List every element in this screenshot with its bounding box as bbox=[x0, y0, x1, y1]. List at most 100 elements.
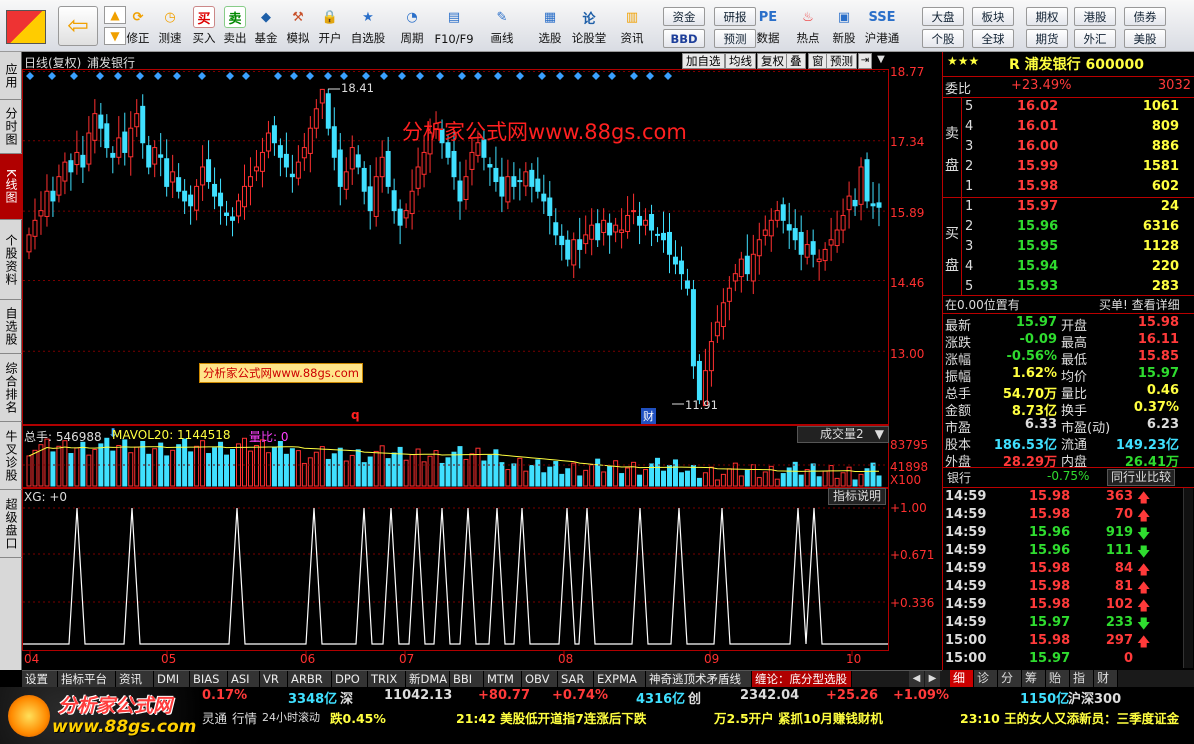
event-marker-q[interactable]: q bbox=[351, 408, 360, 422]
event-diamond-icon bbox=[173, 72, 181, 80]
fix-button[interactable]: ⟳ 修正 bbox=[120, 4, 156, 48]
quick-13-button[interactable]: 美股 bbox=[1124, 29, 1166, 48]
tab-scroll-left[interactable]: ◀ bbox=[909, 671, 924, 688]
chart-toolbar-button-3[interactable]: 叠 bbox=[786, 53, 806, 69]
fund-button[interactable]: ◆ 基金 bbox=[248, 4, 284, 48]
quote-tab-2[interactable]: 分 bbox=[998, 670, 1022, 687]
quick-6-button[interactable]: 板块 bbox=[972, 7, 1014, 26]
chart-down-icon[interactable]: ▼ bbox=[874, 53, 888, 69]
quote-tab-5[interactable]: 指 bbox=[1070, 670, 1094, 687]
tick-time: 15:00 bbox=[945, 633, 987, 648]
quick-12-button[interactable]: 债券 bbox=[1124, 7, 1166, 26]
quick-10-button[interactable]: 港股 bbox=[1074, 7, 1116, 26]
indicator-help-button[interactable]: 指标说明 bbox=[828, 488, 886, 505]
quick-3-button[interactable]: 预测 bbox=[714, 29, 756, 48]
ticker-tab-hangqing[interactable]: 行情 bbox=[232, 708, 257, 727]
chart-toolbar-button-0[interactable]: 加自选 bbox=[682, 53, 725, 69]
volume-bar bbox=[858, 473, 864, 487]
indicator-tab-17[interactable]: 缠论：底分型选股 bbox=[752, 671, 852, 688]
indicator-tab-0[interactable]: 设置 bbox=[22, 671, 58, 688]
indicator-tab-10[interactable]: 新DMA bbox=[406, 671, 450, 688]
ticker-tab-lingtong[interactable]: 灵通 bbox=[202, 708, 227, 727]
candle-body bbox=[391, 190, 397, 212]
quick-0-button[interactable]: 资金 bbox=[663, 7, 705, 26]
indicator-tab-2[interactable]: 资讯 bbox=[116, 671, 154, 688]
hk-connect-button[interactable]: SSE 沪港通 bbox=[864, 4, 900, 48]
forum-button[interactable]: 论论股堂 bbox=[571, 4, 607, 48]
volume-bar bbox=[403, 459, 409, 487]
left-tab-5[interactable]: 综合排名 bbox=[0, 354, 22, 422]
financial-report-marker[interactable]: 财 bbox=[641, 408, 656, 424]
buy-detail-link[interactable]: 买单! 查看详细 bbox=[1099, 296, 1180, 313]
chart-toolbar-button-2[interactable]: 复权 bbox=[757, 53, 788, 69]
ipo-button[interactable]: ▣ 新股 bbox=[826, 4, 862, 48]
indicator-tab-1[interactable]: 指标平台 bbox=[58, 671, 116, 688]
back-button[interactable]: ⇦ bbox=[58, 6, 98, 46]
account-button[interactable]: 🔒 开户 bbox=[312, 4, 348, 48]
indicator-tab-4[interactable]: BIAS bbox=[190, 671, 228, 688]
industry-name[interactable]: 银行 bbox=[947, 469, 971, 486]
left-tab-1[interactable]: 分时图 bbox=[0, 100, 22, 154]
ticker-item[interactable]: 21:42 美股低开道指7连涨后下跌 bbox=[456, 708, 646, 727]
quote-tab-4[interactable]: 贻 bbox=[1046, 670, 1070, 687]
tab-scroll-right[interactable]: ▶ bbox=[925, 671, 940, 688]
industry-compare-button[interactable]: 同行业比较 bbox=[1107, 469, 1176, 486]
indicator-tab-11[interactable]: BBI bbox=[450, 671, 484, 688]
indicator-tab-13[interactable]: OBV bbox=[522, 671, 558, 688]
sim-button[interactable]: ⚒ 模拟 bbox=[280, 4, 316, 48]
volume-indicator-dropdown[interactable]: 成交量2 ▼ bbox=[797, 426, 889, 443]
kline-chart-area[interactable]: 日线(复权) 浦发银行 加自选 均线 复权叠窗预测 ⇥ ▼ 分析家公式网www.88… bbox=[22, 52, 942, 670]
quick-11-button[interactable]: 外汇 bbox=[1074, 29, 1116, 48]
candle-body bbox=[643, 219, 649, 226]
quote-scrollbar[interactable] bbox=[1183, 488, 1193, 668]
candle-body bbox=[798, 231, 804, 255]
stat-row: 股本 186.53亿 流通 149.23亿 bbox=[943, 434, 1194, 453]
ticker-tab-rolling[interactable]: 24小时滚动 bbox=[262, 709, 320, 725]
quote-tab-1[interactable]: 诊 bbox=[974, 670, 998, 687]
quick-2-button[interactable]: 研报 bbox=[714, 7, 756, 26]
chart-arrow-button[interactable]: ⇥ bbox=[858, 53, 872, 69]
screener-button[interactable]: ▦ 选股 bbox=[532, 4, 568, 48]
chart-toolbar-button-1[interactable]: 均线 bbox=[725, 53, 756, 69]
news-button[interactable]: ▥ 资讯 bbox=[614, 4, 650, 48]
sim-label: 模拟 bbox=[286, 31, 310, 45]
ticker-item[interactable]: 万2.5开户 紧抓10月赚钱财机 bbox=[714, 708, 883, 727]
indicator-tab-7[interactable]: ARBR bbox=[288, 671, 332, 688]
chart-toolbar-button-4[interactable]: 窗 bbox=[808, 53, 828, 69]
quick-1-button[interactable]: BBD bbox=[663, 29, 705, 48]
watermark-text: 分析家公式网www.88gs.com bbox=[402, 120, 687, 144]
quote-tab-0[interactable]: 细 bbox=[950, 670, 974, 687]
left-tab-2[interactable]: K线图 bbox=[0, 154, 22, 220]
indicator-tab-9[interactable]: TRIX bbox=[368, 671, 406, 688]
indicator-tab-3[interactable]: DMI bbox=[154, 671, 190, 688]
volume-bar bbox=[774, 478, 780, 487]
quick-5-button[interactable]: 个股 bbox=[922, 29, 964, 48]
quick-4-button[interactable]: 大盘 bbox=[922, 7, 964, 26]
indicator-tab-16[interactable]: 神奇逃顶术矛盾线 bbox=[646, 671, 752, 688]
f10-button[interactable]: ▤ F10/F9 bbox=[434, 4, 473, 48]
period-button[interactable]: ◔ 周期 bbox=[394, 4, 430, 48]
left-tab-6[interactable]: 牛叉诊股 bbox=[0, 422, 22, 490]
indicator-tab-14[interactable]: SAR bbox=[558, 671, 594, 688]
left-tab-7[interactable]: 超级盘口 bbox=[0, 490, 22, 558]
watchlist-button[interactable]: ★ 自选股 bbox=[350, 4, 386, 48]
speed-button[interactable]: ◷ 测速 bbox=[152, 4, 188, 48]
left-tab-0[interactable]: 应用 bbox=[0, 52, 22, 100]
quote-tab-3[interactable]: 筹 bbox=[1022, 670, 1046, 687]
hot-button[interactable]: ♨ 热点 bbox=[790, 4, 826, 48]
indicator-tab-8[interactable]: DPO bbox=[332, 671, 368, 688]
indicator-tab-6[interactable]: VR bbox=[260, 671, 288, 688]
quote-tab-6[interactable]: 财 bbox=[1094, 670, 1118, 687]
draw-button[interactable]: ✎ 画线 bbox=[484, 4, 520, 48]
left-tab-3[interactable]: 个股资料 bbox=[0, 220, 22, 300]
ticker-item[interactable]: 跌0.45% bbox=[330, 708, 386, 727]
chart-toolbar-button-5[interactable]: 预测 bbox=[826, 53, 857, 69]
indicator-tab-15[interactable]: EXPMA bbox=[594, 671, 646, 688]
quick-7-button[interactable]: 全球 bbox=[972, 29, 1014, 48]
quick-8-button[interactable]: 期权 bbox=[1026, 7, 1068, 26]
indicator-tab-5[interactable]: ASI bbox=[228, 671, 260, 688]
quick-9-button[interactable]: 期货 bbox=[1026, 29, 1068, 48]
indicator-tab-12[interactable]: MTM bbox=[484, 671, 522, 688]
left-tab-4[interactable]: 自选股 bbox=[0, 300, 22, 354]
ticker-item[interactable]: 23:10 王的女人又添新员：三季度证金 bbox=[960, 708, 1179, 727]
